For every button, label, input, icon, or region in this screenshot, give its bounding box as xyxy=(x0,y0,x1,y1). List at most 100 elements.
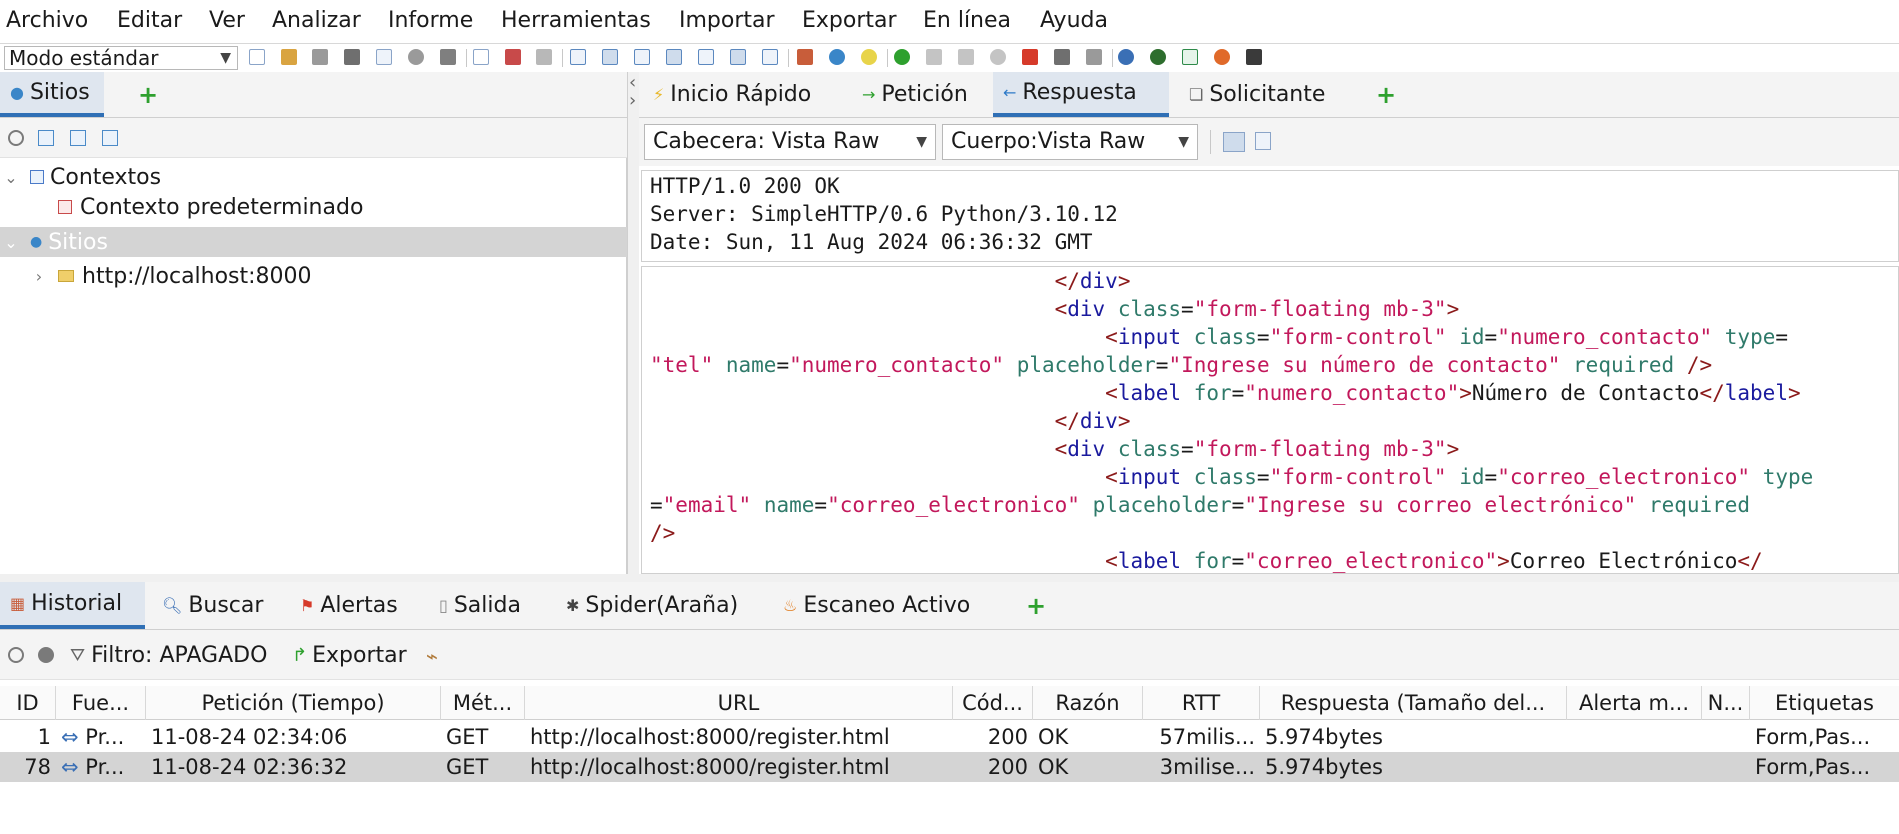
import-context-icon[interactable] xyxy=(70,130,86,146)
close-icon[interactable] xyxy=(1022,49,1038,65)
tree-node-sites[interactable]: ⌄ ● Sitios xyxy=(0,227,627,257)
addons-icon[interactable] xyxy=(440,49,456,65)
globe-icon[interactable] xyxy=(829,49,845,65)
menu-archivo[interactable]: Archivo xyxy=(6,8,88,33)
tab-buscar[interactable]: 🔍︎ Buscar xyxy=(152,582,273,629)
header-line: HTTP/1.0 200 OK xyxy=(650,174,840,198)
broom-icon[interactable]: ⌁ xyxy=(426,644,438,668)
layout-split-icon[interactable] xyxy=(698,49,714,65)
drop-icon[interactable] xyxy=(990,49,1006,65)
column-header[interactable]: ID xyxy=(0,686,56,720)
menu-ver[interactable]: Ver xyxy=(209,8,245,33)
continue-icon[interactable] xyxy=(958,49,974,65)
cell-code: 200 xyxy=(987,755,1028,779)
marketplace-icon[interactable] xyxy=(1150,49,1166,65)
column-header[interactable]: Cód... xyxy=(953,686,1033,720)
table-row[interactable]: 78 ⇔ Pr... 11-08-24 02:36:32 GET http://… xyxy=(0,752,1899,782)
chevron-down-icon[interactable]: ⌄ xyxy=(2,233,20,252)
menu-analizar[interactable]: Analizar xyxy=(272,8,361,33)
browser-icon[interactable] xyxy=(1214,49,1230,65)
tree-node-default-context[interactable]: Contexto predeterminado xyxy=(0,192,627,222)
tree-node-localhost[interactable]: › http://localhost:8000 xyxy=(0,261,627,291)
menu-herramientas[interactable]: Herramientas xyxy=(501,8,651,33)
column-header[interactable]: Fue... xyxy=(56,686,146,720)
cell-id: 78 xyxy=(24,755,51,779)
menu-exportar[interactable]: Exportar xyxy=(802,8,897,33)
gear-icon[interactable] xyxy=(408,49,424,65)
tab-escaneo-activo[interactable]: ♨ Escaneo Activo xyxy=(773,582,980,629)
horizontal-splitter[interactable] xyxy=(0,574,1899,582)
layout-side-icon[interactable] xyxy=(634,49,650,65)
scope-icon[interactable] xyxy=(797,49,813,65)
mode-select[interactable]: Modo estándar ▼ xyxy=(4,46,238,70)
vertical-splitter[interactable]: ‹ › xyxy=(627,72,639,574)
column-header[interactable]: Razón xyxy=(1033,686,1143,720)
tab-spider[interactable]: ✱ Spider(Araña) xyxy=(556,582,748,629)
column-header[interactable]: Mét... xyxy=(441,686,525,720)
layout-horizontal-icon[interactable] xyxy=(762,49,778,65)
menu-informe[interactable]: Informe xyxy=(388,8,473,33)
layout-icon[interactable] xyxy=(536,49,552,65)
column-header[interactable]: RTT xyxy=(1143,686,1260,720)
new-session-icon[interactable] xyxy=(249,49,265,65)
header-view-select[interactable]: Cabecera: Vista Raw ▼ xyxy=(644,124,936,160)
pin-tabs-icon[interactable] xyxy=(505,49,521,65)
layout-full-icon[interactable] xyxy=(570,49,586,65)
chevron-right-icon[interactable]: › xyxy=(30,267,48,286)
column-header[interactable]: Alerta m... xyxy=(1567,686,1702,720)
add-tab-button[interactable]: + xyxy=(1366,72,1406,117)
menu-en-linea[interactable]: En línea xyxy=(923,8,1011,33)
tab-historial[interactable]: ▦ Historial xyxy=(0,582,145,629)
save-session-icon[interactable] xyxy=(312,49,328,65)
session-properties-icon[interactable] xyxy=(376,49,392,65)
add-tab-button[interactable]: + xyxy=(1016,582,1056,629)
chevron-down-icon[interactable]: ⌄ xyxy=(2,168,20,187)
open-session-icon[interactable] xyxy=(281,49,297,65)
target-icon[interactable] xyxy=(8,130,24,146)
break-on-icon[interactable] xyxy=(894,49,910,65)
export-button[interactable]: ↱ Exportar xyxy=(292,640,407,670)
layout-split-icon[interactable] xyxy=(1223,132,1245,152)
step-icon[interactable] xyxy=(926,49,942,65)
response-header-text[interactable]: HTTP/1.0 200 OK Server: SimpleHTTP/0.6 P… xyxy=(641,170,1899,262)
tab-respuesta[interactable]: ← Respuesta xyxy=(993,72,1169,117)
table-row[interactable]: 1 ⇔ Pr... 11-08-24 02:34:06 GET http://l… xyxy=(0,722,1899,752)
column-header[interactable]: N... xyxy=(1702,686,1750,720)
show-tabs-icon[interactable] xyxy=(473,49,489,65)
column-header[interactable]: Petición (Tiempo) xyxy=(146,686,441,720)
hud-icon[interactable] xyxy=(1086,49,1102,65)
column-header[interactable]: Respuesta (Tamaño del... xyxy=(1260,686,1567,720)
column-header[interactable]: URL xyxy=(525,686,953,720)
tab-sitios[interactable]: ● Sitios xyxy=(0,72,104,117)
menu-editar[interactable]: Editar xyxy=(117,8,182,33)
tree-node-contexts[interactable]: ⌄ Contextos xyxy=(0,162,627,192)
layout-bottom-icon[interactable] xyxy=(666,49,682,65)
snapshot-icon[interactable] xyxy=(344,49,360,65)
target-icon[interactable] xyxy=(8,647,24,663)
scan-policy-icon[interactable] xyxy=(1054,49,1070,65)
chevron-right-icon[interactable]: › xyxy=(629,90,636,111)
filter-button[interactable]: ⛛ Filtro: APAGADO xyxy=(70,640,267,670)
new-context-icon[interactable] xyxy=(38,130,54,146)
layout-single-icon[interactable] xyxy=(1255,132,1271,150)
response-body-text[interactable]: </div> <div class="form-floating mb-3"> … xyxy=(641,266,1899,574)
body-view-select[interactable]: Cuerpo:Vista Raw ▼ xyxy=(942,124,1198,160)
export-context-icon[interactable] xyxy=(102,130,118,146)
layout-grid-icon[interactable] xyxy=(730,49,746,65)
tab-salida[interactable]: ▯ Salida xyxy=(429,582,531,629)
menu-importar[interactable]: Importar xyxy=(679,8,775,33)
column-header[interactable]: Etiquetas xyxy=(1750,686,1899,720)
cell-rtt: 57milis... xyxy=(1159,725,1255,749)
menu-ayuda[interactable]: Ayuda xyxy=(1040,8,1108,33)
help-icon[interactable] xyxy=(1118,49,1134,65)
tab-alertas[interactable]: ⚑ Alertas xyxy=(290,582,408,629)
report-icon[interactable] xyxy=(1182,49,1198,65)
tab-peticion[interactable]: → Petición xyxy=(852,72,978,117)
tab-solicitante[interactable]: ❏ Solicitante xyxy=(1179,72,1335,117)
tab-inicio-rapido[interactable]: ⚡ Inicio Rápido xyxy=(643,72,821,117)
layout-tabs-icon[interactable] xyxy=(602,49,618,65)
scope-icon[interactable] xyxy=(38,647,54,663)
terminal-icon[interactable] xyxy=(1246,49,1262,65)
lightbulb-icon[interactable] xyxy=(861,49,877,65)
add-tab-button[interactable]: + xyxy=(128,72,168,117)
